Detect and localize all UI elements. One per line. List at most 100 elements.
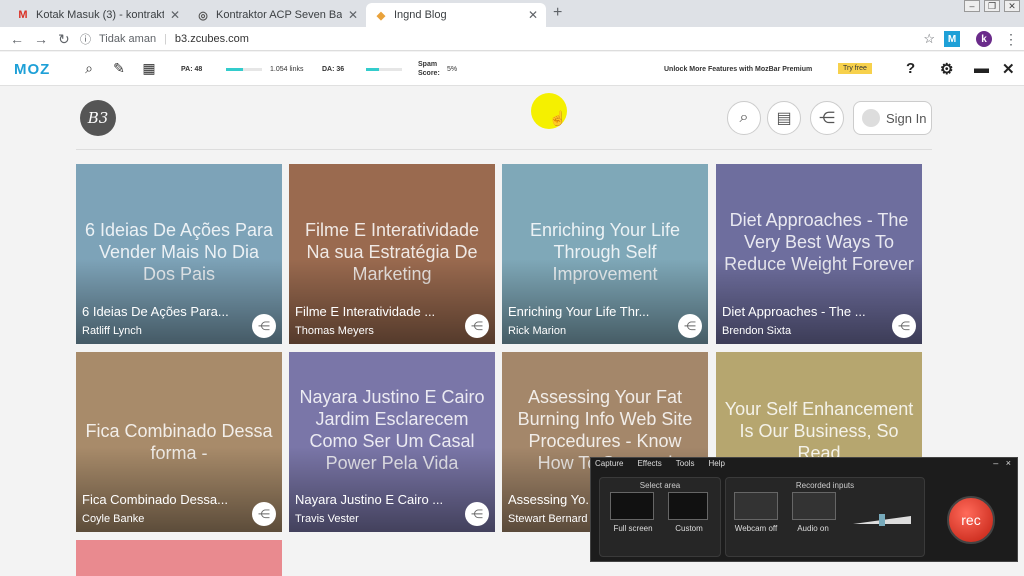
volume-slider[interactable] — [853, 514, 911, 526]
card-title: Nayara Justino E Cairo ... — [295, 492, 444, 507]
collapse-bar-icon[interactable]: ▬ — [974, 60, 989, 77]
browser-tab-bar: M Kotak Masuk (3) - kontraktorbang ✕ ◎ K… — [0, 0, 1024, 27]
pa-bar — [226, 68, 262, 71]
card-cover-text: Your Self Enhancement Is Our Business, S… — [724, 399, 914, 463]
window-controls: – ❐ ✕ — [964, 0, 1020, 12]
card-title: Enriching Your Life Thr... — [508, 304, 650, 319]
close-icon[interactable]: × — [1006, 458, 1011, 468]
blog-card[interactable]: Diet Approaches - The Very Best Ways To … — [716, 164, 922, 344]
blog-card[interactable]: Fica Combinado Dessa forma -Fica Combina… — [76, 352, 282, 532]
highlight-pen-icon[interactable]: ✎ — [110, 60, 128, 78]
site-logo[interactable]: B3 — [80, 100, 116, 136]
close-tab-icon[interactable]: ✕ — [348, 8, 358, 22]
card-author: Ratliff Lynch — [82, 325, 142, 337]
card-title: 6 Ideias De Ações Para... — [82, 304, 229, 319]
hand-cursor-icon: ☝ — [549, 110, 567, 126]
mozbar: MOZ ⌕ ✎ ▦ PA: 48 1.054 links DA: 36 Spam… — [0, 52, 1024, 86]
card-author: Stewart Bernard — [508, 513, 588, 525]
menu-icon[interactable]: ⋮ — [1004, 31, 1018, 48]
blog-card[interactable]: Filme E Interatividade Na sua Estratégia… — [289, 164, 495, 344]
bookmark-star-icon[interactable]: ☆ — [923, 31, 935, 47]
select-area-group: Select area Full screen Custom — [599, 477, 721, 557]
address-bar-row: ← → ↻ ⓘ Tidak aman | b3.zcubes.com ☆ M k… — [0, 27, 1024, 51]
address-field[interactable]: ⓘ Tidak aman | b3.zcubes.com ☆ — [80, 30, 935, 48]
moz-extension-icon[interactable]: M — [944, 31, 960, 47]
logo-text: B3 — [87, 109, 109, 127]
webcam-icon[interactable] — [734, 492, 778, 520]
blog-card[interactable]: Nayara Justino E Cairo Jardim Esclarecem… — [289, 352, 495, 532]
card-author: Rick Marion — [508, 325, 567, 337]
spam-value: 5% — [447, 66, 458, 73]
record-button[interactable]: rec — [947, 496, 995, 544]
spam-label: Spam Score: — [418, 61, 440, 77]
restore-icon[interactable]: ❐ — [984, 0, 1000, 12]
gmail-icon: M — [18, 9, 28, 21]
notes-icon[interactable]: ▤ — [767, 101, 801, 135]
new-tab-button[interactable]: + — [553, 4, 562, 22]
microphone-icon[interactable] — [792, 492, 836, 520]
unlock-text: Unlock More Features with MozBar Premium — [664, 66, 813, 73]
keyword-report-icon[interactable]: ▦ — [140, 60, 158, 78]
blog-card-partial[interactable] — [76, 540, 282, 576]
close-mozbar-icon[interactable]: ✕ — [1002, 60, 1015, 78]
blog-card[interactable]: 6 Ideias De Ações Para Vender Mais No Di… — [76, 164, 282, 344]
recorder-window-controls: – × — [993, 458, 1011, 468]
minimize-icon[interactable]: – — [993, 458, 998, 468]
card-author: Brendon Sixta — [722, 325, 792, 337]
url-text: b3.zcubes.com — [174, 33, 249, 45]
forward-icon[interactable]: → — [34, 31, 48, 47]
tab-kontraktor[interactable]: ◎ Kontraktor ACP Seven Bandung ✕ — [188, 3, 366, 27]
share-icon[interactable]: ⋲ — [465, 314, 489, 338]
reload-icon[interactable]: ↻ — [58, 31, 70, 48]
menu-effects[interactable]: Effects — [637, 459, 661, 468]
audio-label: Audio on — [797, 524, 829, 533]
share-icon[interactable]: ⋲ — [252, 502, 276, 526]
tab-title: Ingnd Blog — [394, 9, 447, 21]
full-screen-icon[interactable] — [610, 492, 654, 520]
gear-icon[interactable]: ⚙ — [940, 60, 953, 78]
security-status: Tidak aman — [99, 33, 157, 45]
try-free-button[interactable]: Try free — [838, 63, 872, 74]
tab-title: Kotak Masuk (3) - kontraktorbang — [36, 9, 164, 21]
menu-help[interactable]: Help — [708, 459, 724, 468]
share-icon[interactable]: ⋲ — [465, 502, 489, 526]
info-icon[interactable]: ⓘ — [80, 31, 91, 47]
blog-card[interactable]: Enriching Your Life Through Self Improve… — [502, 164, 708, 344]
menu-capture[interactable]: Capture — [595, 459, 623, 468]
moz-logo: MOZ — [14, 61, 51, 78]
back-icon[interactable]: ← — [10, 31, 24, 47]
profile-avatar[interactable]: k — [976, 31, 992, 47]
da-bar — [366, 68, 402, 71]
separator: | — [164, 33, 167, 45]
close-tab-icon[interactable]: ✕ — [528, 8, 538, 22]
card-author: Coyle Banke — [82, 513, 145, 525]
share-icon[interactable]: ⋲ — [810, 101, 844, 135]
share-icon[interactable]: ⋲ — [252, 314, 276, 338]
card-title: Fica Combinado Dessa... — [82, 492, 228, 507]
recorded-inputs-title: Recorded inputs — [795, 481, 855, 490]
share-icon[interactable]: ⋲ — [892, 314, 916, 338]
search-icon[interactable]: ⌕ — [727, 101, 761, 135]
close-window-icon[interactable]: ✕ — [1004, 0, 1020, 12]
menu-tools[interactable]: Tools — [676, 459, 695, 468]
close-tab-icon[interactable]: ✕ — [170, 8, 180, 22]
share-icon[interactable]: ⋲ — [678, 314, 702, 338]
site-favicon-icon: ◆ — [376, 9, 386, 22]
custom-area-icon[interactable] — [668, 492, 708, 520]
tab-gmail[interactable]: M Kotak Masuk (3) - kontraktorbang ✕ — [8, 3, 188, 27]
recorder-menu: Capture Effects Tools Help — [595, 459, 725, 468]
minimize-icon[interactable]: – — [964, 0, 980, 12]
tab-ingnd-blog[interactable]: ◆ Ingnd Blog ✕ — [366, 3, 546, 27]
tab-title: Kontraktor ACP Seven Bandung — [216, 9, 342, 21]
user-icon — [862, 109, 880, 127]
divider — [76, 149, 932, 150]
card-title: Diet Approaches - The ... — [722, 304, 866, 319]
select-area-title: Select area — [639, 481, 681, 490]
sign-in-button[interactable]: Sign In — [853, 101, 932, 135]
sign-in-label: Sign In — [886, 110, 927, 126]
page-analysis-icon[interactable]: ⌕ — [80, 60, 98, 78]
help-icon[interactable]: ? — [906, 60, 915, 77]
links-count: 1.054 links — [270, 66, 304, 73]
screen-recorder-window: Capture Effects Tools Help – × Select ar… — [590, 457, 1018, 562]
pa-label: PA: 48 — [181, 66, 203, 73]
